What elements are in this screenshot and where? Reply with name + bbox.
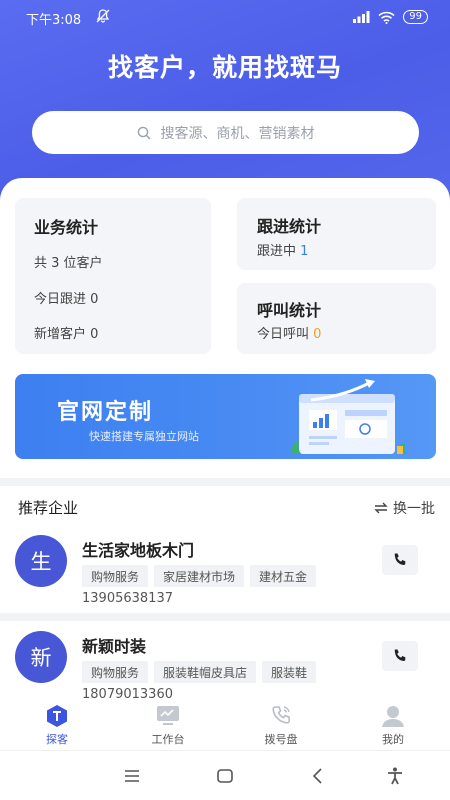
accessibility-icon[interactable] xyxy=(385,766,405,786)
website-custom-banner[interactable]: 官网定制 快速搭建专属独立网站 xyxy=(15,374,436,459)
call-button[interactable] xyxy=(382,641,418,671)
section-divider xyxy=(0,478,450,486)
company-tags: 购物服务 服装鞋帽皮具店 服装鞋 xyxy=(82,661,328,683)
company-name: 生活家地板木门 xyxy=(82,541,195,560)
company-card[interactable]: 生 生活家地板木门 购物服务 家居建材市场 建材五金 13905638137 xyxy=(0,535,450,623)
signal-icon xyxy=(353,11,370,23)
company-tag: 购物服务 xyxy=(82,661,149,683)
company-tag: 家居建材市场 xyxy=(154,565,245,587)
tab-label: 拨号盘 xyxy=(264,733,298,746)
tab-dialpad[interactable]: 拨号盘 xyxy=(241,704,321,747)
call-button[interactable] xyxy=(382,545,418,575)
workbench-icon xyxy=(157,706,179,725)
system-nav-bar xyxy=(0,750,450,800)
website-illustration-icon xyxy=(291,379,407,454)
business-stats-title: 业务统计 xyxy=(34,218,99,237)
call-stats-title: 呼叫统计 xyxy=(257,301,322,320)
company-tag: 购物服务 xyxy=(82,565,149,587)
tab-workbench[interactable]: 工作台 xyxy=(128,704,208,747)
search-icon xyxy=(137,126,150,139)
company-tag: 建材五金 xyxy=(250,565,317,587)
company-avatar: 新 xyxy=(15,631,67,683)
today-followup-value: 0 xyxy=(90,292,99,307)
new-customers-line: 新增客户 0 xyxy=(34,327,99,342)
tab-label: 工作台 xyxy=(151,733,185,746)
profile-icon xyxy=(382,706,404,727)
menu-icon[interactable] xyxy=(122,766,142,786)
wifi-icon xyxy=(378,11,395,24)
tab-profile[interactable]: 我的 xyxy=(353,704,433,747)
company-tags: 购物服务 家居建材市场 建材五金 xyxy=(82,565,328,587)
follow-stats-card[interactable]: 跟进统计 跟进中 1 xyxy=(237,198,436,270)
company-tag: 服装鞋 xyxy=(262,661,317,683)
company-name: 新颖时装 xyxy=(82,637,147,656)
refresh-icon xyxy=(374,502,388,514)
today-calls-line: 今日呼叫 0 xyxy=(257,327,322,342)
status-indicators: 99 xyxy=(353,10,428,24)
row-divider xyxy=(0,613,450,621)
follow-stats-title: 跟进统计 xyxy=(257,217,322,236)
today-calls-value: 0 xyxy=(313,327,322,342)
search-input[interactable]: 搜客源、商机、营销素材 xyxy=(32,111,419,154)
bottom-tab-bar: 探客 工作台 拨号盘 我的 xyxy=(0,700,450,750)
today-followup-line: 今日跟进 0 xyxy=(34,292,99,307)
company-avatar: 生 xyxy=(15,535,67,587)
recommend-title: 推荐企业 xyxy=(18,499,79,517)
status-time: 下午3:08 xyxy=(26,13,82,28)
tab-label: 探客 xyxy=(46,733,68,746)
status-bar: 下午3:08 99 xyxy=(0,0,450,34)
refresh-label: 换一批 xyxy=(393,501,435,517)
hero-header: 下午3:08 99 找客户，就用找斑马 搜客源、商机、营销素材 xyxy=(0,0,450,200)
call-stats-card[interactable]: 呼叫统计 今日呼叫 0 xyxy=(237,283,436,354)
back-icon[interactable] xyxy=(308,766,328,786)
search-placeholder: 搜客源、商机、营销素材 xyxy=(160,125,315,142)
battery-indicator: 99 xyxy=(403,10,428,24)
home-icon[interactable] xyxy=(215,766,235,786)
explore-icon xyxy=(47,705,67,727)
following-value: 1 xyxy=(300,244,309,259)
notification-muted-icon xyxy=(96,9,110,23)
tab-label: 我的 xyxy=(382,733,404,746)
phone-icon xyxy=(394,553,406,566)
page-title: 找客户，就用找斑马 xyxy=(107,53,342,82)
new-customers-value: 0 xyxy=(90,327,99,342)
tab-explore[interactable]: 探客 xyxy=(17,704,97,747)
phone-icon xyxy=(394,649,406,662)
refresh-button[interactable]: 换一批 xyxy=(373,498,435,518)
total-customers-line: 共 3 位客户 xyxy=(34,256,103,271)
company-tag: 服装鞋帽皮具店 xyxy=(154,661,257,683)
company-phone: 13905638137 xyxy=(82,591,173,606)
business-stats-card[interactable]: 业务统计 共 3 位客户 今日跟进 0 新增客户 0 xyxy=(15,198,211,354)
banner-subtitle: 快速搭建专属独立网站 xyxy=(89,430,199,443)
following-line: 跟进中 1 xyxy=(257,244,309,259)
banner-title: 官网定制 xyxy=(57,400,154,425)
dialpad-icon xyxy=(272,706,290,724)
